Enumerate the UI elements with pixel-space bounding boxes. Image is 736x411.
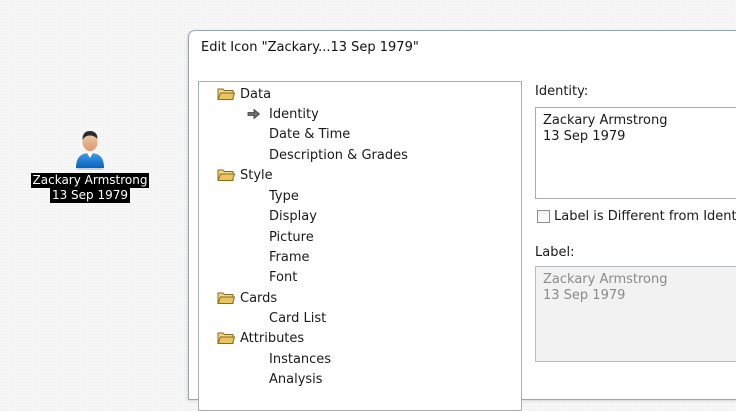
tree-item-label: Display [269, 208, 317, 224]
tree-item-frame[interactable]: Frame [269, 247, 310, 267]
folder-open-icon [217, 88, 235, 100]
tree-item-analysis[interactable]: Analysis [269, 369, 323, 389]
tree-item-label: Description & Grades [269, 147, 408, 163]
tree-item-font[interactable]: Font [269, 267, 297, 287]
tree-item-label: Instances [269, 351, 332, 367]
tree-item-label: Card List [269, 310, 327, 326]
identity-label: Identity: [535, 84, 589, 99]
identity-field[interactable]: Zackary Armstrong 13 Sep 1979 [535, 107, 736, 199]
label-line1: Zackary Armstrong [543, 272, 668, 287]
tree-item-instances[interactable]: Instances [269, 349, 331, 369]
tree-item-type[interactable]: Type [269, 186, 299, 206]
desktop-chart-icon[interactable]: Zackary Armstrong 13 Sep 1979 [28, 128, 152, 203]
tree-item-label: Frame [269, 249, 310, 265]
label-field-label: Label: [535, 245, 575, 260]
tree-item-label: Picture [269, 229, 314, 245]
folder-open-icon [217, 292, 235, 304]
tree-item-display[interactable]: Display [269, 206, 317, 226]
person-icon [76, 131, 104, 170]
settings-tree: Data Identity Date & Time Description & … [198, 81, 522, 411]
tree-item-card-list[interactable]: Card List [269, 308, 326, 328]
tree-item-picture[interactable]: Picture [269, 227, 314, 247]
folder-open-icon [217, 332, 235, 344]
tree-item-identity[interactable]: Identity [247, 104, 319, 124]
selected-arrow-icon [247, 108, 261, 120]
tree-item-date-time[interactable]: Date & Time [269, 124, 350, 144]
dialog-titlebar[interactable]: Edit Icon "Zackary...13 Sep 1979" [189, 31, 736, 65]
tree-item-label: Type [269, 188, 299, 204]
label-different-checkbox[interactable] [537, 210, 550, 223]
tree-folder-label: Data [240, 86, 272, 102]
desktop-icon-label: Zackary Armstrong 13 Sep 1979 [30, 173, 150, 203]
tree-item-label: Identity [269, 106, 319, 122]
tree-folder-data[interactable]: Data [217, 84, 271, 104]
tree-item-label: Analysis [269, 371, 323, 387]
label-different-checkbox-row[interactable]: Label is Different from Identity [537, 209, 736, 224]
label-field: Zackary Armstrong 13 Sep 1979 [535, 266, 736, 362]
label-line2: 13 Sep 1979 [543, 288, 626, 303]
tree-folder-label: Cards [240, 290, 278, 306]
desktop-icon-name: Zackary Armstrong [30, 173, 150, 188]
tree-folder-label: Style [240, 167, 273, 183]
tree-item-label: Date & Time [269, 126, 351, 142]
identity-line2: 13 Sep 1979 [543, 129, 626, 144]
tree-folder-cards[interactable]: Cards [217, 288, 277, 308]
dialog-title: Edit Icon "Zackary...13 Sep 1979" [201, 40, 419, 55]
tree-item-label: Font [269, 269, 298, 285]
tree-item-description-grades[interactable]: Description & Grades [269, 145, 408, 165]
tree-folder-attributes[interactable]: Attributes [217, 328, 304, 348]
desktop-icon-date: 13 Sep 1979 [49, 188, 131, 203]
edit-icon-dialog: Edit Icon "Zackary...13 Sep 1979" Data I… [188, 30, 736, 411]
label-different-text: Label is Different from Identity [554, 209, 736, 224]
tree-folder-label: Attributes [240, 330, 305, 346]
identity-line1: Zackary Armstrong [543, 113, 668, 128]
tree-folder-style[interactable]: Style [217, 165, 273, 185]
folder-open-icon [217, 169, 235, 181]
